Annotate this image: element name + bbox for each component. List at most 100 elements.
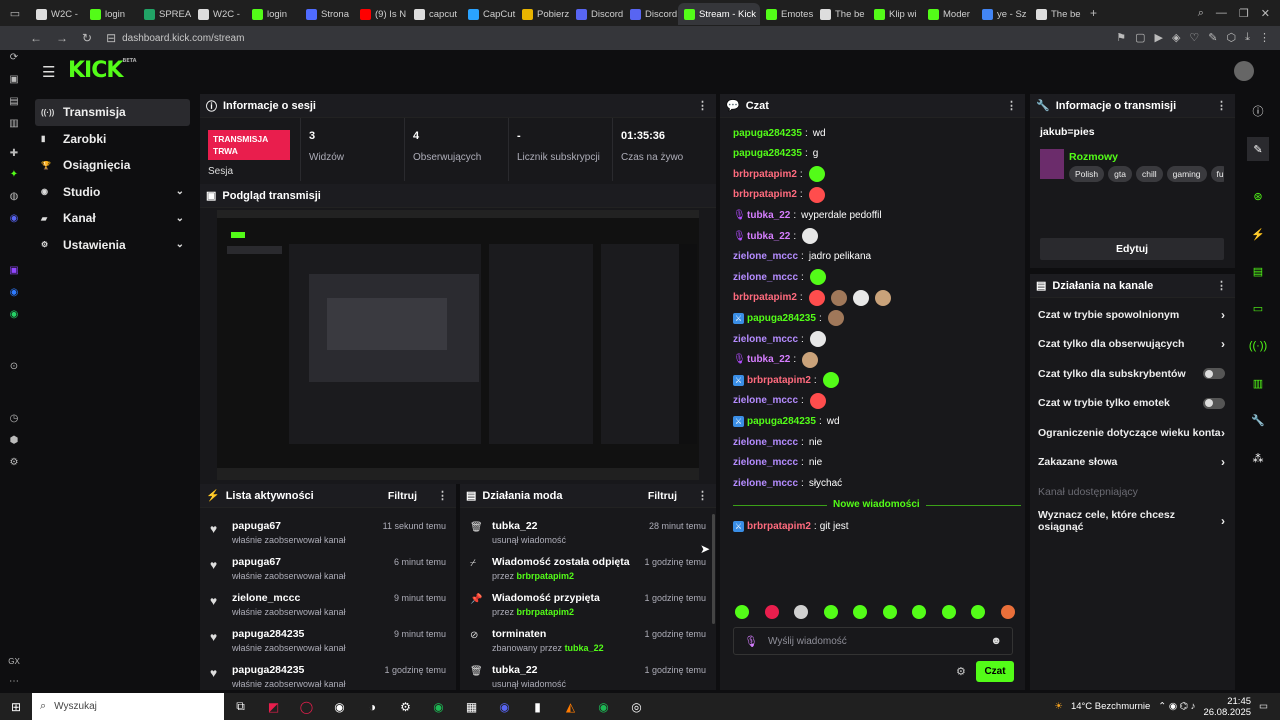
mod-action-item[interactable]: 🗑 tubka_22 usunął wiadomość 1 godzinę temu: [460, 658, 716, 690]
channel-action-item[interactable]: Czat w trybie tylko emotek: [1030, 389, 1235, 419]
screenshot-icon[interactable]: ▢: [1135, 31, 1145, 44]
clock[interactable]: 21:45 26.08.2025: [1203, 696, 1251, 718]
activity-item[interactable]: ♥ papuga284235 właśnie zaobserwował kanał 9…: [200, 622, 456, 658]
stream-preview-video[interactable]: [217, 210, 699, 480]
emote-icon[interactable]: [808, 166, 825, 183]
channel-action-item[interactable]: Zakazane słowa ›: [1030, 448, 1235, 478]
browser-tab[interactable]: The be: [1030, 3, 1084, 25]
epic-icon[interactable]: ▮: [521, 693, 554, 720]
list-icon[interactable]: ▤: [1247, 259, 1269, 283]
emote-icon[interactable]: [852, 289, 869, 306]
search-icon[interactable]: ⌕: [1198, 7, 1204, 20]
emote-icon[interactable]: [802, 228, 819, 244]
twitch-icon[interactable]: ▣: [6, 262, 22, 278]
tool-icon[interactable]: ⊛: [1247, 184, 1269, 208]
lightning-icon[interactable]: ⚡: [1247, 222, 1269, 246]
browser-side-icon[interactable]: ◍: [6, 188, 22, 204]
channel-action-item[interactable]: Czat tylko dla obserwujących ›: [1030, 330, 1235, 360]
activity-username[interactable]: zielone_mccc: [232, 592, 384, 604]
chat-username[interactable]: tubka_22: [747, 231, 790, 242]
hamburger-icon[interactable]: ☰: [42, 63, 55, 81]
weather-text[interactable]: 14°C Bezchmurnie: [1071, 701, 1150, 712]
sidebar-item-studio[interactable]: ◉ Studio ⌄: [35, 179, 190, 206]
more-icon[interactable]: ⋮: [1216, 99, 1227, 112]
more-icon[interactable]: ⋮: [697, 489, 708, 502]
browser-side-icon[interactable]: ⬢: [6, 432, 22, 448]
browser-side-icon[interactable]: ⚙: [6, 454, 22, 470]
browser-tab[interactable]: Pobierz: [516, 3, 570, 25]
new-tab-icon[interactable]: +: [1090, 6, 1097, 20]
chat-username[interactable]: brbrpatapim2: [733, 292, 797, 303]
chat-bubble-icon[interactable]: ▭: [1247, 296, 1269, 320]
browser-side-icon[interactable]: ⊙: [6, 358, 22, 374]
chat-username[interactable]: papuga284235: [733, 128, 802, 139]
start-icon[interactable]: ⊞: [0, 693, 32, 720]
chat-username[interactable]: papuga284235: [733, 148, 802, 159]
emote-icon[interactable]: [735, 605, 749, 619]
channel-action-item[interactable]: Wyznacz cele, które chcesz osiągnąć ›: [1030, 507, 1235, 537]
discord-icon[interactable]: ◉: [6, 210, 22, 226]
browser-side-icon[interactable]: ✚: [6, 145, 22, 161]
extensions-icon[interactable]: ✎: [1208, 31, 1217, 44]
browser-side-icon[interactable]: GX: [6, 653, 22, 669]
more-icon[interactable]: ⋮: [1216, 279, 1227, 292]
messenger-icon[interactable]: ◉: [6, 284, 22, 300]
notification-icon[interactable]: ▭: [1259, 701, 1268, 712]
tray-icons[interactable]: ⌃ ◉ ⌬ ♪: [1158, 701, 1195, 712]
spotify-icon[interactable]: ◉: [422, 693, 455, 720]
chat-username[interactable]: brbrpatapim2: [747, 521, 811, 532]
browser-tab[interactable]: (9) Is N: [354, 3, 408, 25]
chat-username[interactable]: zielone_mccc: [733, 251, 798, 262]
bookmark-icon[interactable]: ♡: [1189, 31, 1199, 44]
chat-username[interactable]: zielone_mccc: [733, 457, 798, 468]
mod-action-item[interactable]: ⊘ torminaten zbanowany przez tubka_22 1 god…: [460, 622, 716, 658]
chat-username[interactable]: tubka_22: [747, 354, 790, 365]
chat-username[interactable]: zielone_mccc: [733, 478, 798, 489]
sidebar-item-zarobki[interactable]: ▮ Zarobki: [35, 126, 190, 153]
shield-icon[interactable]: ◈: [1172, 31, 1180, 44]
chat-username[interactable]: papuga284235: [747, 313, 816, 324]
chat-username[interactable]: brbrpatapim2: [733, 189, 797, 200]
activity-username[interactable]: papuga284235: [232, 628, 384, 640]
browser-tab[interactable]: The be: [814, 3, 868, 25]
site-info-icon[interactable]: ⊟: [106, 31, 116, 45]
emote-icon[interactable]: [912, 605, 927, 619]
scrollbar[interactable]: [712, 514, 715, 624]
app-icon[interactable]: ⚙: [389, 693, 422, 720]
chat-username[interactable]: zielone_mccc: [733, 395, 798, 406]
filter-button[interactable]: Filtruj: [388, 490, 417, 502]
browser-tab[interactable]: ye - Sz: [976, 3, 1030, 25]
mod-username[interactable]: brbrpatapim2: [517, 571, 575, 581]
tab-actions-icon[interactable]: ▭: [0, 7, 30, 20]
browser-tab[interactable]: Klip wi: [868, 3, 922, 25]
emote-icon[interactable]: [971, 605, 986, 619]
emoji-icon[interactable]: ☻: [990, 635, 1002, 647]
browser-tab[interactable]: Moder: [922, 3, 976, 25]
chat-username[interactable]: brbrpatapim2: [733, 169, 797, 180]
minimize-icon[interactable]: —: [1216, 7, 1227, 20]
back-icon[interactable]: ←: [30, 31, 42, 45]
mod-username[interactable]: brbrpatapim2: [517, 607, 575, 617]
browser-side-icon[interactable]: ✦: [6, 166, 22, 182]
emote-icon[interactable]: [808, 186, 825, 203]
emote-icon[interactable]: [809, 392, 826, 409]
browser-side-icon[interactable]: ◷: [6, 410, 22, 426]
more-icon[interactable]: ⋮: [697, 99, 708, 112]
browser-side-icon[interactable]: ▣: [6, 71, 22, 87]
sidebar-item-osiągnięcia[interactable]: 🏆 Osiągnięcia: [35, 152, 190, 179]
app-icon[interactable]: ◎: [620, 693, 653, 720]
category-name[interactable]: Rozmowy: [1069, 151, 1118, 163]
mod-action-item[interactable]: 📌 Wiadomość przypięta przez brbrpatapim2 1 …: [460, 586, 716, 622]
sidebar-item-transmisja[interactable]: ((·)) Transmisja: [35, 99, 190, 126]
mod-action-item[interactable]: ⌿ Wiadomość została odpięta przez brbrpata…: [460, 550, 716, 586]
activity-username[interactable]: papuga67: [232, 520, 373, 532]
stream-tag[interactable]: gta: [1108, 166, 1132, 182]
more-icon[interactable]: ⋮: [437, 489, 448, 502]
edit-button[interactable]: Edytuj: [1040, 238, 1224, 260]
filter-button[interactable]: Filtruj: [648, 490, 677, 502]
activity-item[interactable]: ♥ zielone_mccc właśnie zaobserwował kanał 9…: [200, 586, 456, 622]
emote-icon[interactable]: [822, 372, 839, 389]
browser-tab[interactable]: login: [246, 3, 300, 25]
emote-icon[interactable]: [809, 269, 826, 286]
reload-icon[interactable]: ↻: [82, 31, 92, 45]
